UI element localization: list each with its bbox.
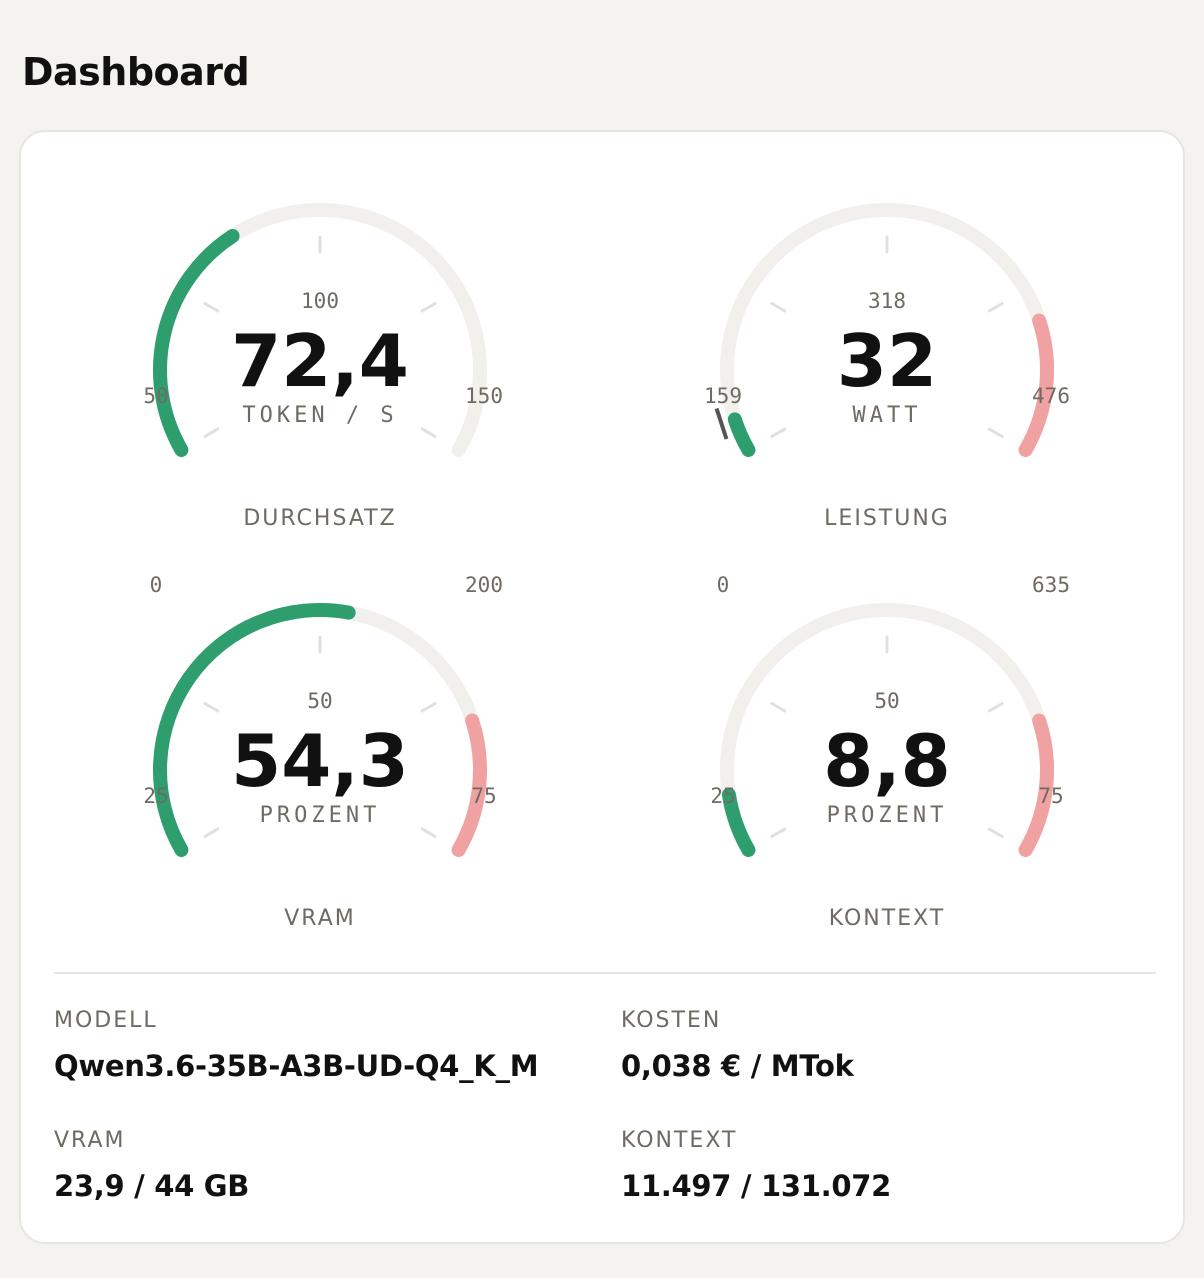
page-title: Dashboard: [22, 50, 250, 94]
gauge-tick-mark: [987, 827, 1004, 838]
gauge-tick-label: 100: [301, 289, 339, 313]
gauge-leistung: 0 159 318 476 635 32WATT LEISTUNG: [704, 202, 1070, 597]
gauge-tick-mark: [420, 702, 437, 713]
gauge-caption: LEISTUNG: [824, 506, 950, 531]
info-kosten-value: 0,038 € / MTok: [621, 1049, 854, 1083]
gauge-tick-label: 75: [471, 784, 496, 808]
gauge-tick-mark: [770, 427, 787, 438]
gauge-value: 72,4: [231, 319, 409, 403]
gauge-tick-mark: [987, 302, 1004, 313]
dashboard-card: 0 50 100 150 200 72,4 TOKEN / S DURCHSATZ 0 159 3…: [19, 130, 1185, 1244]
info-modell-label: MODELL: [54, 1008, 158, 1033]
gauge-tick-mark: [987, 427, 1004, 438]
gauge-tick-label: 150: [465, 384, 503, 408]
gauge-tick-label: 0: [150, 573, 163, 597]
gauge-tick-mark: [770, 702, 787, 713]
gauge-tick-label: 0: [717, 573, 730, 597]
divider: [54, 972, 1156, 974]
info-kosten-label: KOSTEN: [621, 1008, 722, 1033]
gauge-tick-label: 50: [143, 384, 168, 408]
gauge-tick-label: 50: [874, 689, 899, 713]
gauge-caption: DURCHSATZ: [243, 506, 396, 531]
gauge-unit: PROZENT: [260, 803, 381, 828]
info-vram-label: VRAM: [54, 1128, 126, 1153]
info-kontext-value: 11.497 / 131.072: [621, 1169, 891, 1203]
gauge-tick-mark: [203, 302, 220, 313]
gauge-caption: KONTEXT: [829, 906, 945, 931]
gauge-tick-mark: [770, 302, 787, 313]
gauge-tick-label: 25: [710, 784, 735, 808]
gauge-unit: WATT: [853, 403, 922, 428]
gauge-tick-label: 200: [465, 573, 503, 597]
gauge-durchsatz: 0 50 100 150 200 72,4TOKEN / S DURCHSATZ: [143, 202, 503, 597]
gauge-unit: TOKEN / S: [242, 403, 397, 428]
gauge-tick-mark: [203, 427, 220, 438]
gauge-tick-mark: [203, 702, 220, 713]
gauge-tick-mark: [420, 827, 437, 838]
gauge-value-arc: [727, 412, 756, 457]
gauge-tick-label: 318: [868, 289, 906, 313]
info-modell-value: Qwen3.6-35B-A3B-UD-Q4_K_M: [54, 1049, 539, 1083]
info-kontext: KONTEXT 11.497 / 131.072: [621, 1128, 891, 1203]
info-kontext-label: KONTEXT: [621, 1128, 738, 1153]
gauge-unit: PROZENT: [827, 803, 948, 828]
gauge-needle-marker: [714, 407, 729, 440]
gauge-value: 32: [837, 319, 937, 403]
gauge-kontext: 02550751008,8PROZENTKONTEXT: [710, 602, 1064, 931]
gauge-tick-mark: [203, 827, 220, 838]
gauge-tick-label: 25: [143, 784, 168, 808]
gauge-tick-label: 635: [1032, 573, 1070, 597]
gauge-tick-mark: [420, 427, 437, 438]
gauge-tick-label: 476: [1032, 384, 1070, 408]
gauge-tick-label: 75: [1038, 784, 1063, 808]
gauge-tick-label: 50: [307, 689, 332, 713]
gauges-panel: 0 50 100 150 200 72,4TOKEN / S DURCHSATZ 0 159 3…: [143, 202, 1070, 931]
gauge-tick-mark: [770, 827, 787, 838]
info-modell: MODELL Qwen3.6-35B-A3B-UD-Q4_K_M: [54, 1008, 539, 1083]
gauge-tick-label: 159: [704, 384, 742, 408]
gauge-tick-mark: [987, 702, 1004, 713]
info-vram: VRAM 23,9 / 44 GB: [54, 1128, 249, 1203]
gauge-tick-mark: [420, 302, 437, 313]
gauge-value: 8,8: [823, 719, 951, 803]
info-kosten: KOSTEN 0,038 € / MTok: [621, 1008, 854, 1083]
gauge-value: 54,3: [231, 719, 409, 803]
gauge-caption: VRAM: [284, 906, 355, 931]
info-vram-value: 23,9 / 44 GB: [54, 1169, 250, 1203]
gauge-value-arc: [153, 229, 240, 457]
gauge-vram: 025507510054,3PROZENTVRAM: [143, 602, 497, 931]
